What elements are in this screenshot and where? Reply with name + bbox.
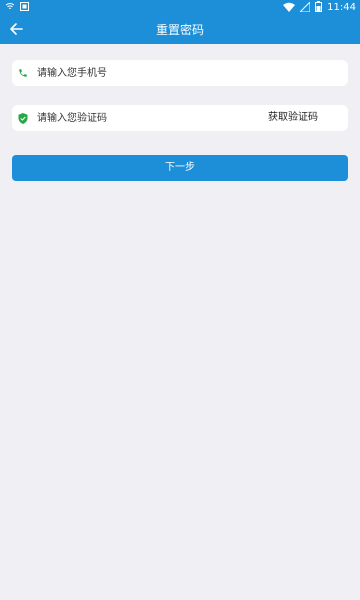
verification-code-field: 获取验证码: [12, 105, 348, 131]
phone-input[interactable]: [37, 63, 348, 83]
status-bar: 11:44: [0, 0, 360, 16]
back-button[interactable]: [4, 18, 28, 42]
wifi-icon: [283, 2, 296, 15]
phone-icon: [17, 67, 29, 79]
signal-icon: [298, 0, 311, 15]
status-time: 11:44: [327, 2, 356, 13]
status-right: 11:44: [283, 0, 356, 15]
next-step-button[interactable]: 下一步: [12, 155, 348, 181]
page-title: 重置密码: [155, 23, 204, 37]
battery-icon: [315, 1, 323, 15]
arrow-left-icon: [9, 21, 23, 40]
notification-icon: [5, 2, 15, 14]
get-code-button[interactable]: 获取验证码: [268, 105, 318, 131]
phone-field: [12, 60, 348, 86]
shield-check-icon: [17, 112, 29, 124]
status-left: [5, 2, 29, 14]
download-icon: [20, 2, 29, 14]
app-bar: 重置密码: [0, 16, 360, 44]
